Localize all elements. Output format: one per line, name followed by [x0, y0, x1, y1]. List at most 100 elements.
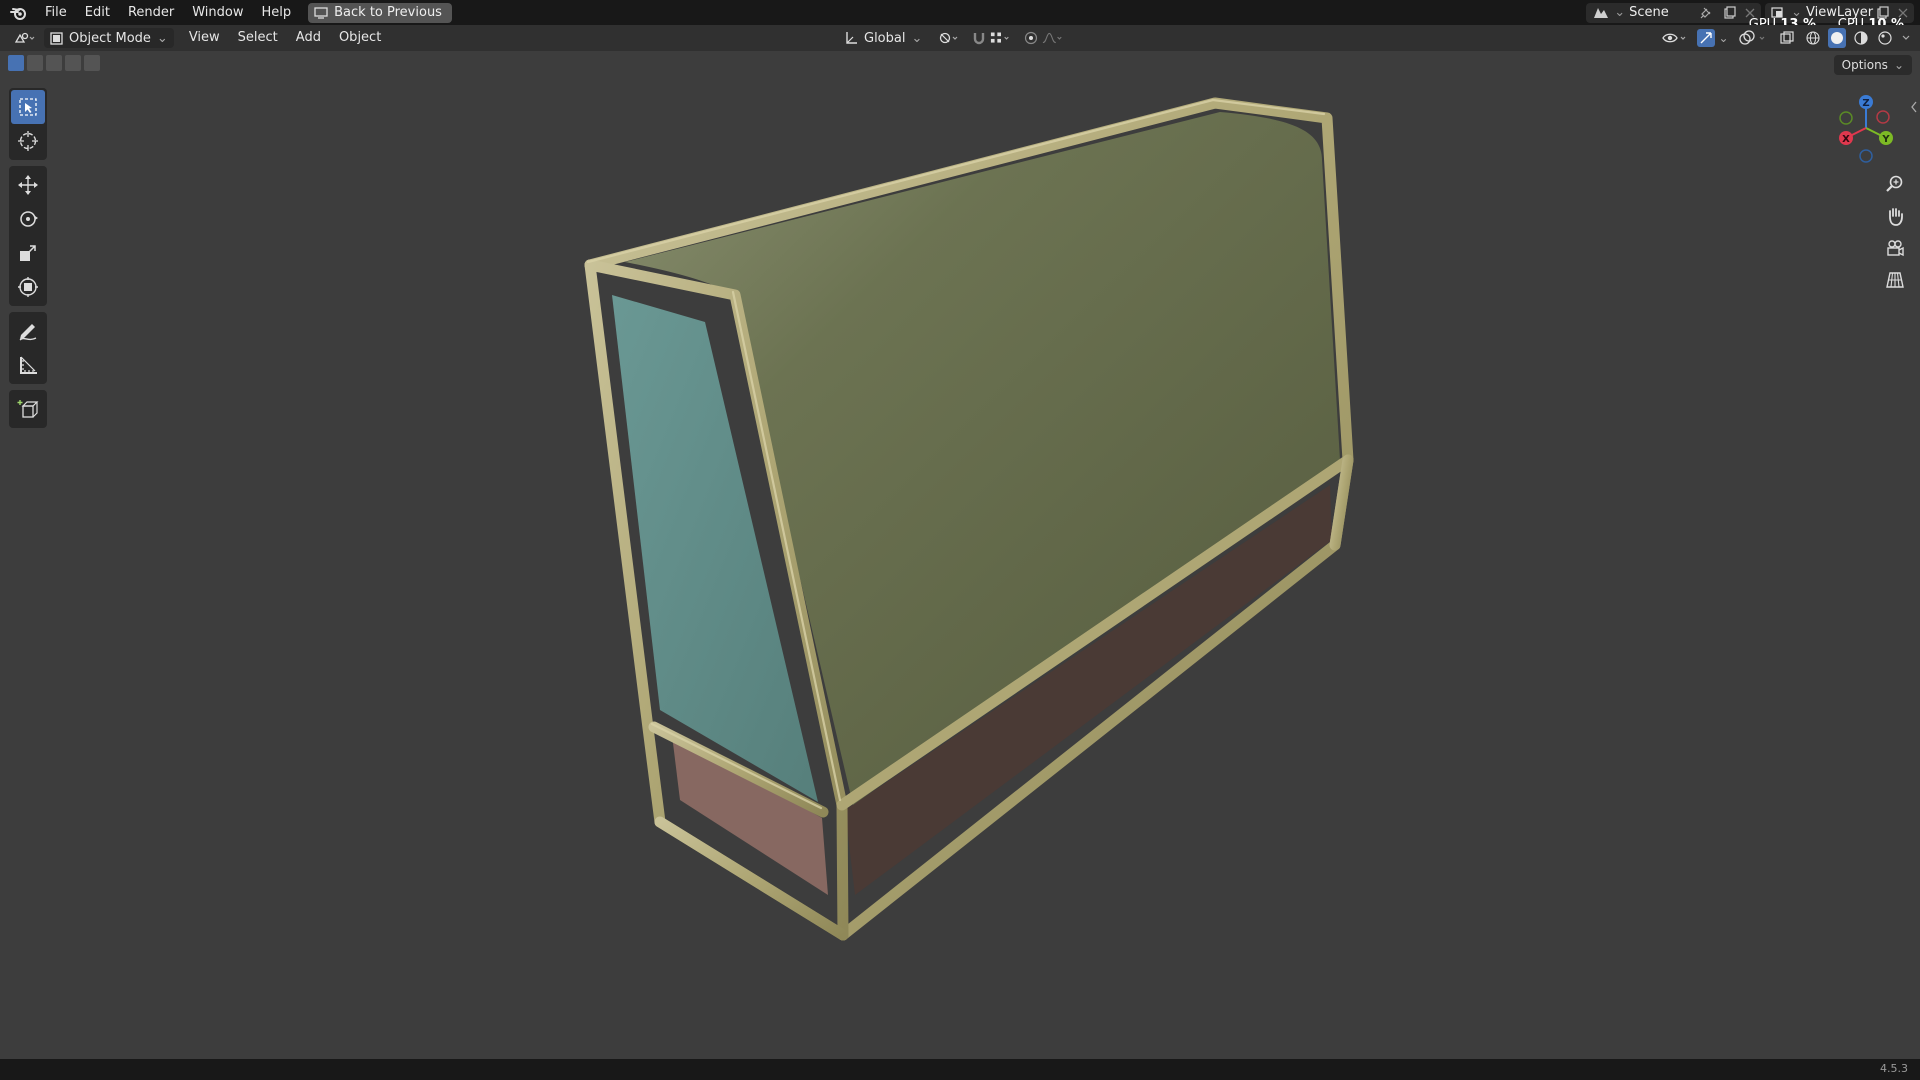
viewport-3d[interactable]: [0, 51, 1920, 1059]
navigation-gizmo[interactable]: Z Y X: [1830, 92, 1902, 164]
material-sphere-icon: [1854, 31, 1868, 45]
cursor-tool[interactable]: [11, 124, 45, 158]
gizmo-y-label: Y: [1881, 134, 1890, 145]
gizmo-neg-z[interactable]: [1859, 149, 1873, 163]
solid-sphere-icon: [1831, 32, 1843, 44]
zoom-magnifier-icon: [1886, 175, 1903, 192]
object-mode-dropdown[interactable]: Object Mode ⌄: [44, 28, 174, 48]
pivot-icon: [940, 32, 958, 44]
add-cube-icon: [17, 400, 39, 418]
gizmo-x-label: X: [1842, 134, 1850, 145]
gizmo-neg-y[interactable]: [1839, 111, 1853, 125]
chevron-down-icon: ⌄: [156, 30, 168, 46]
hand-icon: [1889, 208, 1903, 226]
menu-help[interactable]: Help: [253, 0, 301, 25]
grid-perspective-icon: [1886, 272, 1904, 288]
scale-tool[interactable]: [11, 236, 45, 270]
scene-name: Scene: [1629, 5, 1669, 20]
new-scene-icon[interactable]: [1723, 5, 1737, 20]
snap-toggle[interactable]: [970, 28, 988, 48]
annotate-tool-group: [9, 312, 47, 384]
annotate-pencil-icon: [19, 324, 37, 341]
add-cube-tool[interactable]: [11, 392, 45, 426]
editor-type-selector[interactable]: [10, 28, 40, 48]
delete-view-layer-icon[interactable]: [1898, 8, 1908, 18]
select-box-tool[interactable]: [11, 90, 45, 124]
selection-tools: [9, 88, 47, 160]
zoom-button[interactable]: [1880, 170, 1910, 198]
back-to-previous-label: Back to Previous: [334, 5, 442, 20]
rotate-icon: [20, 211, 38, 227]
transform-icon: [18, 277, 38, 297]
snap-target-dropdown[interactable]: [990, 28, 1012, 48]
transform-tool-group: [9, 166, 47, 306]
viewport-display-controls: ⌄: [1660, 28, 1912, 48]
xray-toggle[interactable]: [1776, 28, 1798, 48]
object-mode-label: Object Mode: [69, 30, 151, 46]
gizmo-neg-x[interactable]: [1876, 110, 1890, 124]
measure-ruler-icon: [20, 356, 37, 374]
overlays-toggle[interactable]: [1736, 28, 1770, 48]
sidebar-expand-chevron-icon[interactable]: [1910, 100, 1918, 114]
transform-tools: Global ⌄: [838, 28, 1064, 48]
shading-material[interactable]: [1852, 28, 1870, 48]
back-to-previous-button[interactable]: Back to Previous: [308, 2, 452, 23]
object-mode-icon: [50, 31, 63, 45]
perspective-toggle-button[interactable]: [1880, 266, 1910, 294]
move-arrows-icon: [18, 175, 38, 195]
scene-selector[interactable]: ⌄ Scene: [1586, 2, 1762, 23]
transform-tool[interactable]: [11, 270, 45, 304]
3d-cursor-icon: [18, 131, 38, 151]
select-cursor-icon: [19, 98, 37, 116]
proportional-editing-toggle[interactable]: [1022, 28, 1040, 48]
orientation-label: Global: [864, 30, 906, 46]
menu-render[interactable]: Render: [119, 0, 183, 25]
top-menu-bar: File Edit Render Window Help Back to Pre…: [0, 0, 1920, 25]
scale-icon: [20, 245, 36, 261]
chevron-down-icon: ⌄: [911, 30, 923, 46]
proportional-editing-icon: [1025, 31, 1038, 45]
blender-logo-icon[interactable]: [0, 0, 36, 25]
gizmo-icon: [1700, 32, 1713, 44]
shading-wireframe[interactable]: [1804, 28, 1822, 48]
object-menu[interactable]: Object: [330, 25, 390, 51]
shading-solid[interactable]: [1828, 28, 1846, 48]
gizmo-toggle[interactable]: ⌄: [1696, 28, 1730, 48]
magnet-icon: [974, 33, 985, 45]
pivot-point-button[interactable]: [938, 28, 960, 48]
snap-grid-icon: [991, 32, 1010, 43]
camera-icon: [1887, 240, 1904, 257]
chevron-down-icon: [1902, 35, 1910, 40]
menu-edit[interactable]: Edit: [76, 0, 119, 25]
pin-icon[interactable]: [1699, 6, 1713, 20]
pan-button[interactable]: [1880, 202, 1910, 230]
falloff-curve-icon: [1043, 32, 1063, 44]
select-menu[interactable]: Select: [229, 25, 287, 51]
scene-icon: [1594, 7, 1609, 18]
menu-window[interactable]: Window: [183, 0, 252, 25]
xray-icon: [1780, 31, 1794, 44]
view-menu[interactable]: View: [180, 25, 229, 51]
camera-view-button[interactable]: [1880, 234, 1910, 262]
annotate-tool[interactable]: [11, 314, 45, 348]
status-bar: 4.5.3: [0, 1059, 1920, 1080]
transform-orientation-dropdown[interactable]: Global ⌄: [838, 28, 928, 48]
add-menu[interactable]: Add: [287, 25, 330, 51]
measure-tool[interactable]: [11, 348, 45, 382]
viewport-navigation-buttons: [1880, 170, 1910, 294]
delete-scene-icon[interactable]: [1745, 8, 1755, 18]
wireframe-sphere-icon: [1806, 31, 1820, 45]
falloff-dropdown[interactable]: [1042, 28, 1064, 48]
screen-icon: [314, 6, 328, 19]
rotate-tool[interactable]: [11, 202, 45, 236]
visibility-dropdown[interactable]: [1660, 28, 1690, 48]
shading-rendered[interactable]: [1876, 28, 1894, 48]
orientation-icon: [846, 32, 857, 44]
menu-file[interactable]: File: [36, 0, 76, 25]
move-tool[interactable]: [11, 168, 45, 202]
add-tool-group: [9, 390, 47, 428]
shading-options-dropdown[interactable]: [1900, 28, 1912, 48]
version-label: 4.5.3: [1880, 1062, 1908, 1075]
overlay-icon: [1739, 30, 1765, 45]
gizmo-z-label: Z: [1862, 98, 1869, 109]
